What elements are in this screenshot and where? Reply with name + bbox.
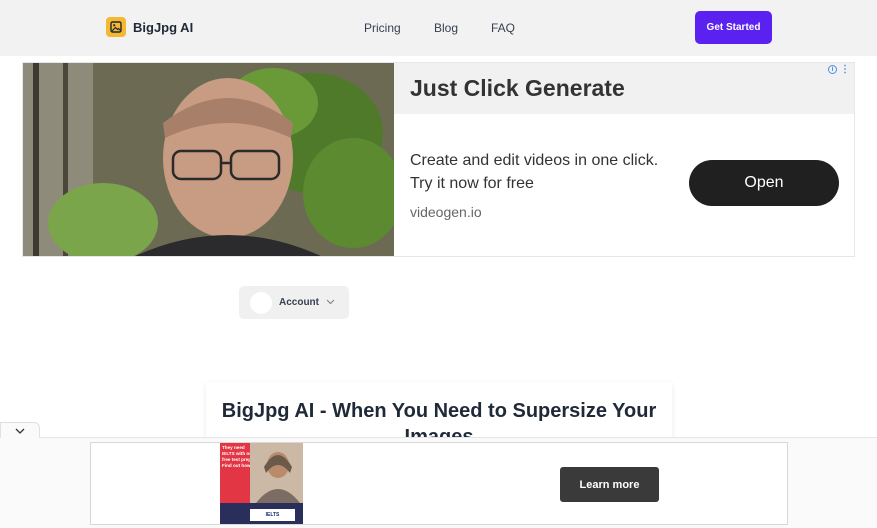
ad-domain: videogen.io xyxy=(410,204,482,220)
ad-body-line-2: Try it now for free xyxy=(410,175,534,192)
ad-open-button[interactable]: Open xyxy=(689,160,839,206)
site-header: BigJpg AI Pricing Blog FAQ Get Started xyxy=(0,0,877,56)
nav-blog-link[interactable]: Blog xyxy=(434,21,458,35)
ad-body-line-1: Create and edit videos in one click. xyxy=(410,152,659,169)
top-ad-banner[interactable]: Just Click Generate Create and edit vide… xyxy=(22,62,855,257)
ad-body: Create and edit videos in one click. Try… xyxy=(410,149,680,195)
get-started-button[interactable]: Get Started xyxy=(695,11,772,44)
ad-choices[interactable]: i ⋮ xyxy=(828,65,850,75)
nav-pricing-link[interactable]: Pricing xyxy=(364,21,401,35)
learn-more-button[interactable]: Learn more xyxy=(560,467,659,502)
ielts-logo: IELTS xyxy=(250,509,295,521)
image-icon xyxy=(106,17,126,37)
bottom-ad-image: They need IELTS with our free test prep.… xyxy=(220,443,303,524)
collapse-ad-button[interactable] xyxy=(0,422,40,438)
bottom-ad-photo xyxy=(250,443,303,503)
nav-faq-link[interactable]: FAQ xyxy=(491,21,515,35)
kebab-menu-icon[interactable]: ⋮ xyxy=(840,65,850,75)
ad-headline: Just Click Generate xyxy=(410,75,625,101)
brand-logo[interactable]: BigJpg AI xyxy=(106,17,193,37)
bottom-ad-banner[interactable]: They need IELTS with our free test prep.… xyxy=(90,442,788,525)
brand-name: BigJpg AI xyxy=(133,19,194,35)
chevron-down-icon xyxy=(15,428,25,434)
ad-photo xyxy=(23,63,394,256)
account-label: Account xyxy=(279,297,319,308)
info-icon[interactable]: i xyxy=(828,65,837,74)
ad-headline-band: Just Click Generate xyxy=(394,63,854,114)
avatar xyxy=(250,291,272,314)
account-dropdown[interactable]: Account xyxy=(239,286,349,319)
chevron-down-icon xyxy=(326,297,335,308)
